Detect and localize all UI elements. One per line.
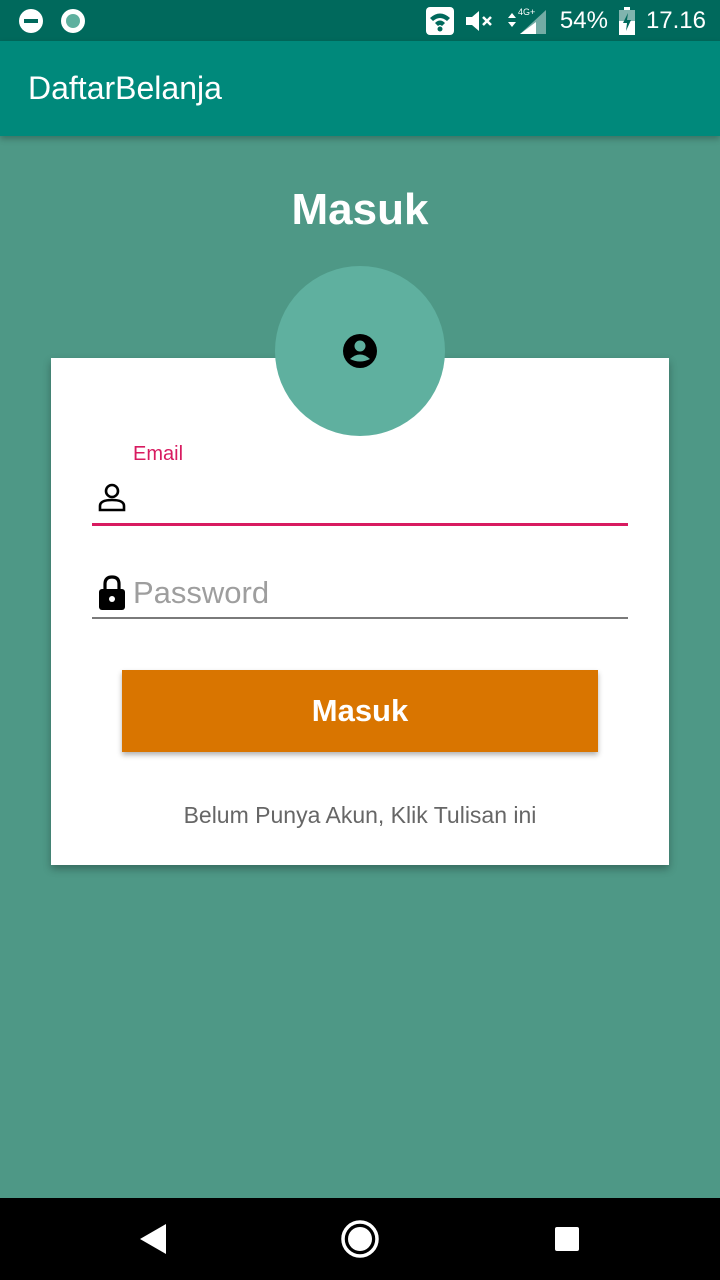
back-icon [138,1223,168,1255]
battery-percent: 54% [559,6,608,34]
signal-icon: 4G+ [506,6,550,36]
do-not-disturb-icon [18,8,44,34]
svg-text:4G+: 4G+ [518,7,535,17]
avatar [275,266,445,436]
email-field-container [92,476,628,526]
person-outline-icon [96,482,128,519]
battery-charging-icon [618,6,636,35]
register-link[interactable]: Belum Punya Akun, Klik Tulisan ini [0,802,720,829]
login-button[interactable]: Masuk [122,670,598,752]
navigation-bar [0,1198,720,1280]
app-title: DaftarBelanja [28,70,222,106]
volume-off-icon [464,8,496,34]
home-button[interactable] [338,1217,382,1261]
wifi-icon [425,6,454,35]
clock: 17.16 [645,6,706,34]
sync-icon [60,8,86,34]
recents-icon [554,1226,580,1252]
password-input[interactable] [133,568,623,617]
app-bar: DaftarBelanja [0,41,720,136]
lock-icon [96,574,128,617]
back-button[interactable] [131,1217,175,1261]
status-bar: 4G+ 54% 17.16 [0,0,720,41]
page-title: Masuk [291,185,429,234]
account-circle-icon [342,333,378,369]
email-label: Email [133,443,184,465]
recents-button[interactable] [545,1217,589,1261]
email-input[interactable] [133,476,623,523]
password-field-container [92,568,628,619]
home-icon [340,1219,380,1259]
